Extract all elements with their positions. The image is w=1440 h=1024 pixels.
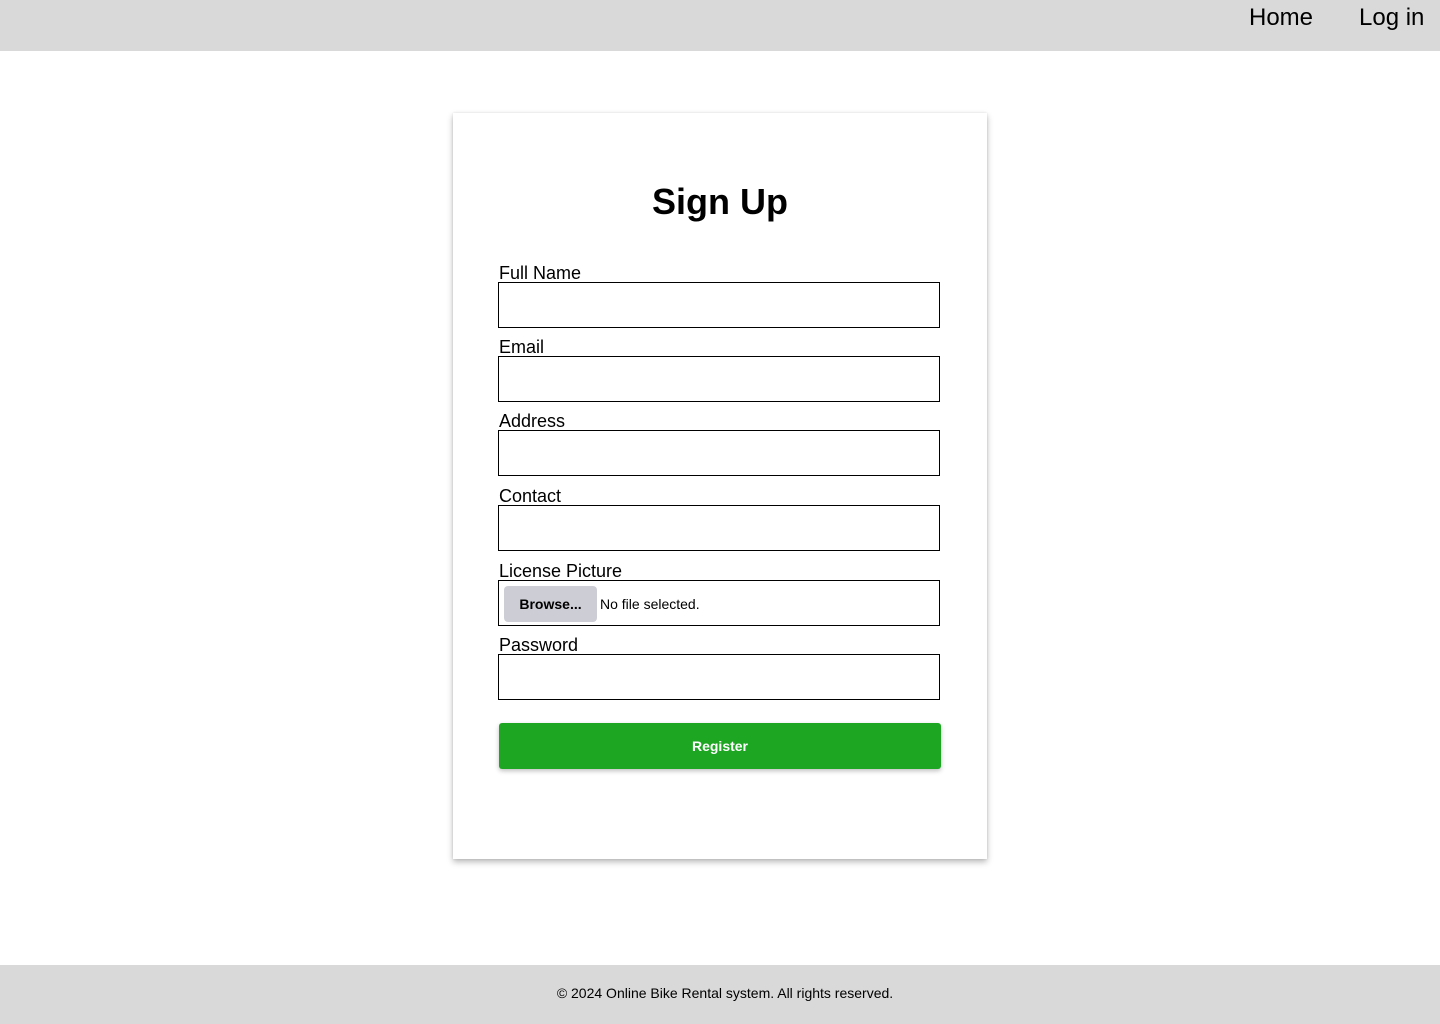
contact-input[interactable] — [498, 505, 940, 551]
nav-home-link[interactable]: Home — [1249, 2, 1313, 34]
email-label: Email — [499, 337, 545, 357]
full-name-input[interactable] — [498, 282, 940, 328]
license-picture-file-input[interactable]: Browse... No file selected. — [498, 580, 940, 626]
password-label: Password — [499, 635, 579, 655]
browse-button[interactable]: Browse... — [504, 586, 597, 622]
address-input[interactable] — [498, 430, 940, 476]
page-title: Sign Up — [652, 181, 788, 222]
nav-login-link[interactable]: Log in — [1359, 2, 1424, 34]
full-name-label: Full Name — [499, 263, 582, 283]
contact-label: Contact — [499, 486, 562, 506]
file-status-text: No file selected. — [600, 596, 700, 612]
password-input[interactable] — [498, 654, 940, 700]
email-input[interactable] — [498, 356, 940, 402]
register-button[interactable]: Register — [499, 723, 941, 769]
footer: © 2024 Online Bike Rental system. All ri… — [0, 965, 1440, 1024]
footer-copyright: © 2024 Online Bike Rental system. All ri… — [556, 985, 894, 1001]
license-picture-label: License Picture — [499, 561, 623, 581]
address-label: Address — [499, 411, 566, 431]
top-nav-bar: Home Log in — [0, 0, 1440, 51]
